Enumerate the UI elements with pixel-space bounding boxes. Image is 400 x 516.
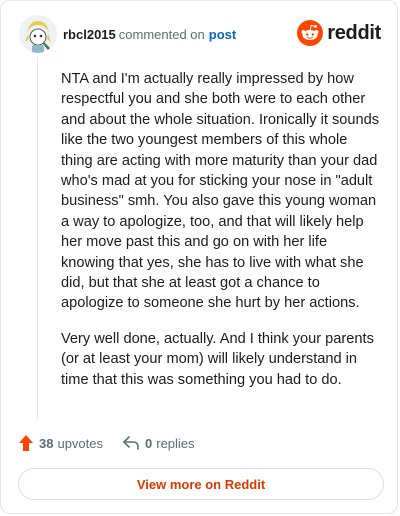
username-link[interactable]: rbcl2015 [63, 27, 116, 42]
post-link[interactable]: post [209, 27, 236, 42]
replies-stat[interactable]: 0 replies [123, 436, 195, 451]
reply-arrow-icon [123, 436, 139, 450]
comment-paragraph: Very well done, actually. And I think yo… [61, 330, 374, 388]
thread-line [37, 57, 38, 419]
reddit-wordmark: reddit [327, 21, 381, 44]
user-avatar-icon[interactable] [19, 15, 57, 53]
reddit-brand[interactable]: reddit [297, 19, 381, 47]
comment-footer: 38 upvotes 0 replies [19, 433, 195, 453]
comment-body: NTA and I'm actually really impressed by… [61, 69, 381, 405]
upvotes-count: 38 [39, 435, 54, 451]
comment-byline: rbcl2015 commented on post [63, 27, 236, 43]
view-more-button[interactable]: View more on Reddit [18, 468, 384, 500]
replies-label: replies [156, 435, 195, 451]
embedded-comment-card: rbcl2015 commented on post reddit NTA and … [0, 0, 398, 514]
reddit-logo-icon [297, 20, 324, 46]
upvotes-stat[interactable]: 38 upvotes [19, 435, 103, 451]
upvote-arrow-icon [19, 435, 33, 451]
action-text: commented on [118, 27, 205, 42]
replies-count: 0 [145, 435, 153, 451]
upvotes-label: upvotes [57, 435, 104, 451]
comment-header: rbcl2015 commented on post reddit [19, 15, 381, 53]
comment-paragraph: NTA and I'm actually really impressed by… [61, 71, 380, 312]
